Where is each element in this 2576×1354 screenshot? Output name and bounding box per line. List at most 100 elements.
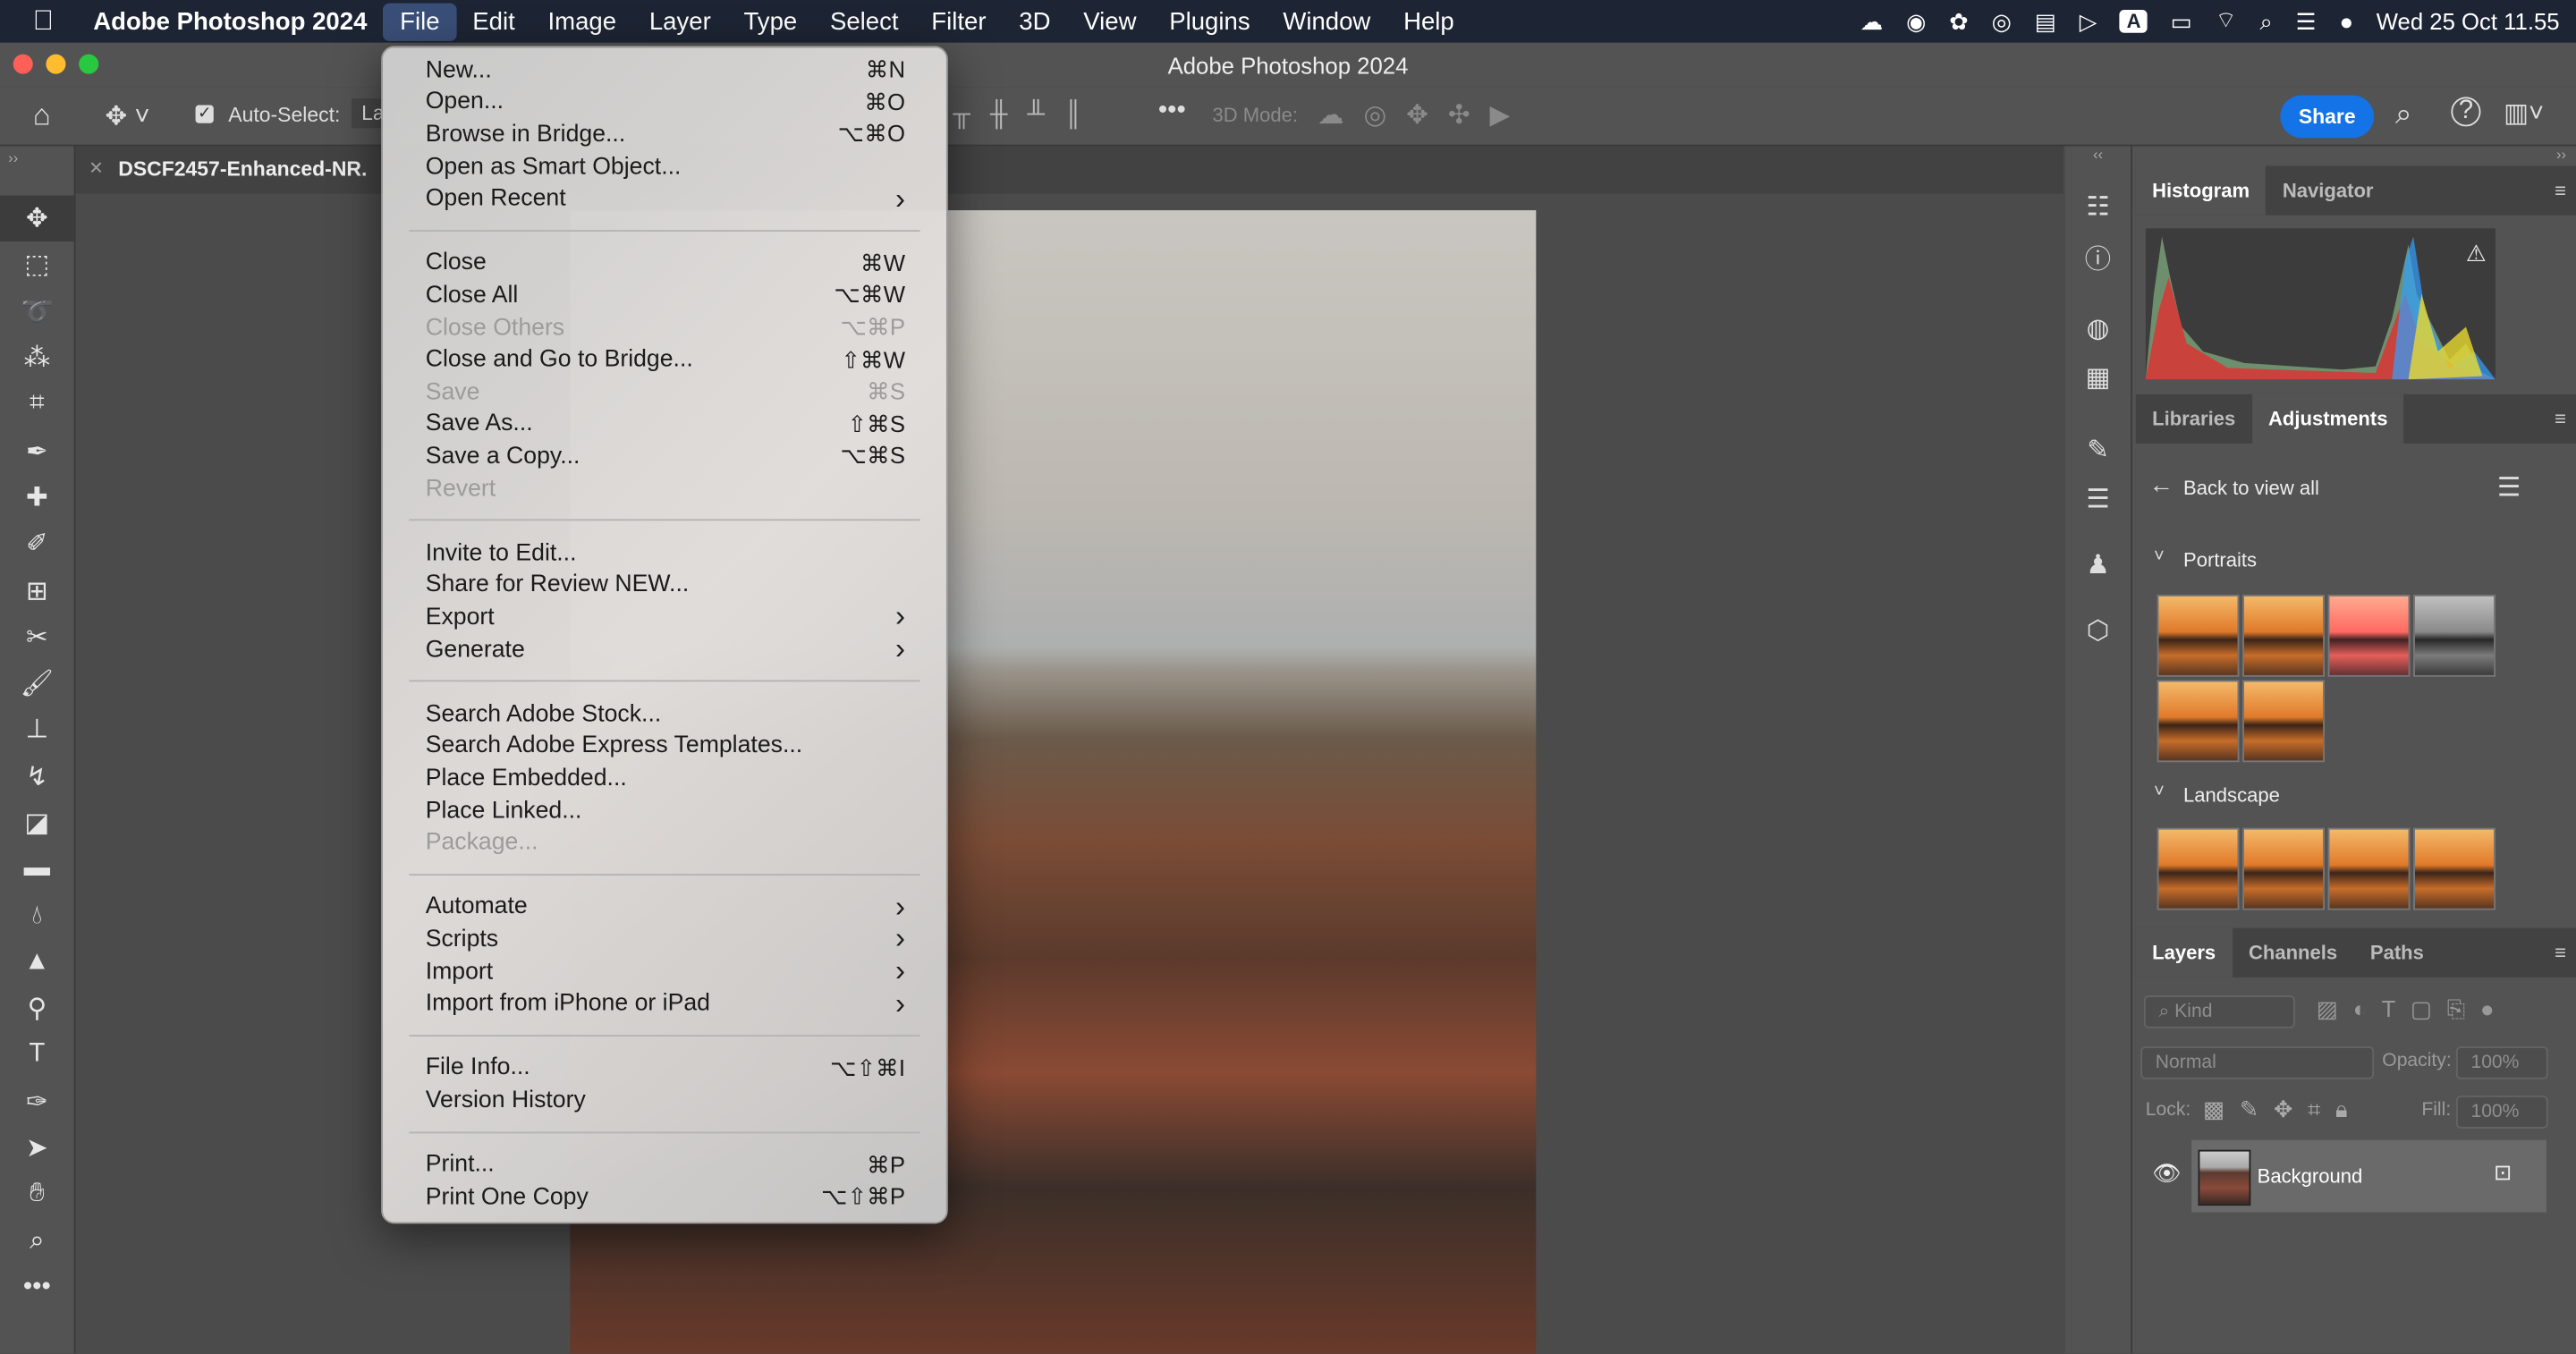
menu-item-open[interactable]: Open... ⌘O: [426, 87, 905, 119]
panel-menu-icon[interactable]: ≡: [2555, 166, 2576, 216]
close-tab-icon[interactable]: ✕: [89, 157, 104, 179]
menu-filter[interactable]: Filter: [915, 3, 1003, 40]
fill-field[interactable]: 100%: [2455, 1096, 2548, 1129]
list-view-icon[interactable]: ☰: [2497, 471, 2521, 504]
collapse-icon[interactable]: ››: [0, 146, 74, 169]
tab-navigator[interactable]: Navigator: [2266, 166, 2389, 216]
align-icons[interactable]: ╥╫╨║: [953, 100, 1101, 128]
path-select-tool-icon[interactable]: ➤: [0, 1125, 74, 1172]
brush-tool-icon[interactable]: 🖌︎: [0, 660, 74, 707]
menu-item-open-as-smart-object[interactable]: Open as Smart Object...: [426, 151, 905, 183]
crop-tool-icon[interactable]: ⌗: [0, 381, 74, 427]
creative-cloud-icon[interactable]: ◎: [1992, 7, 2012, 35]
brush-heal-tool-icon[interactable]: ✐: [0, 520, 74, 567]
input-source[interactable]: A: [2120, 10, 2148, 33]
tab-channels[interactable]: Channels: [2233, 928, 2354, 977]
tab-layers[interactable]: Layers: [2135, 927, 2233, 977]
menu-item-save-as[interactable]: Save As... ⇧⌘S: [426, 409, 905, 441]
marquee-tool-icon[interactable]: ⬚: [0, 242, 74, 289]
visibility-eye-icon[interactable]: 👁︎: [2152, 1160, 2182, 1188]
panel-menu-icon[interactable]: ≡: [2555, 394, 2576, 444]
menu-window[interactable]: Window: [1267, 3, 1387, 40]
menu-item-print[interactable]: Print... ⌘P: [426, 1149, 905, 1181]
tab-histogram[interactable]: Histogram: [2135, 165, 2267, 216]
menu-layer[interactable]: Layer: [632, 3, 727, 40]
pen-tool-icon[interactable]: ✑: [0, 1079, 74, 1125]
preset-thumbnail[interactable]: [2242, 680, 2325, 763]
menu-3d[interactable]: 3D: [1003, 3, 1067, 40]
more-options-icon[interactable]: •••: [1158, 97, 1186, 126]
magic-wand-tool-icon[interactable]: ⁂: [0, 334, 74, 381]
search-icon[interactable]: ⌕: [2260, 7, 2273, 35]
zoom-tool-icon[interactable]: ⌕: [0, 1218, 74, 1265]
home-icon[interactable]: ⌂: [33, 98, 51, 133]
chevron-down-icon[interactable]: ˅: [2154, 782, 2165, 801]
content-aware-tool-icon[interactable]: ✂: [0, 614, 74, 660]
wifi-icon[interactable]: ⌔: [2216, 6, 2237, 36]
menu-item-close[interactable]: Close ⌘W: [426, 248, 905, 280]
expand-icon[interactable]: ››: [2132, 146, 2576, 165]
menu-item-browse-in-bridge[interactable]: Browse in Bridge... ⌥⌘O: [426, 119, 905, 151]
tab-libraries[interactable]: Libraries: [2136, 394, 2252, 444]
menu-item-import-from-iphone-or-ipad[interactable]: Import from iPhone or iPad ›: [426, 986, 905, 1020]
back-arrow-icon[interactable]: ←: [2148, 471, 2174, 499]
gradient-tool-icon[interactable]: ▬: [0, 846, 74, 893]
menu-item-scripts[interactable]: Scripts ›: [426, 922, 905, 956]
type-tool-icon[interactable]: T: [0, 1032, 74, 1079]
eyedropper-tool-icon[interactable]: ✒: [0, 427, 74, 474]
preset-thumbnail[interactable]: [2327, 827, 2411, 910]
3d-tools-icons[interactable]: ☁◎✥✣▶: [1318, 98, 1530, 131]
opacity-field[interactable]: 100%: [2455, 1045, 2548, 1079]
app-menu[interactable]: Adobe Photoshop 2024: [77, 3, 384, 40]
menu-type[interactable]: Type: [727, 3, 813, 40]
brushes-icon[interactable]: ✎: [2065, 426, 2131, 475]
back-to-view-all-link[interactable]: Back to view all: [2183, 477, 2319, 500]
share-button[interactable]: Share: [2280, 95, 2375, 139]
help-icon[interactable]: ?: [2451, 97, 2481, 127]
layer-kind-filter[interactable]: ⌕ Kind: [2143, 995, 2295, 1028]
clock[interactable]: Wed 25 Oct 11.55: [2377, 8, 2560, 34]
swatches-icon[interactable]: ▦: [2065, 353, 2131, 402]
search-icon[interactable]: ⌕: [2395, 97, 2412, 131]
lock-icons[interactable]: ▩✎✥⌗🔒︎: [2203, 1096, 2362, 1123]
document-tab[interactable]: DSCF2457-Enhanced-NR.: [118, 157, 367, 181]
menu-select[interactable]: Select: [814, 3, 915, 40]
menu-item-save-a-copy[interactable]: Save a Copy... ⌥⌘S: [426, 441, 905, 473]
sharpen-tool-icon[interactable]: ▲: [0, 939, 74, 986]
auto-select-checkbox[interactable]: ✓: [195, 105, 214, 123]
adjust-icon[interactable]: ☰: [2065, 475, 2131, 524]
menu-item-print-one-copy[interactable]: Print One Copy ⌥⇧⌘P: [426, 1181, 905, 1214]
apple-icon[interactable]: : [0, 5, 77, 38]
menu-item-file-info[interactable]: File Info... ⌥⇧⌘I: [426, 1053, 905, 1085]
preset-thumbnail[interactable]: [2327, 594, 2411, 677]
preset-thumbnail[interactable]: [2242, 827, 2325, 910]
menu-item-invite-to-edit[interactable]: Invite to Edit...: [426, 537, 905, 570]
info-icon[interactable]: ⓘ: [2065, 232, 2131, 281]
collapse-icon[interactable]: ‹‹: [2065, 146, 2131, 182]
character-icon[interactable]: ♟: [2065, 540, 2131, 589]
preset-thumbnail[interactable]: [2157, 827, 2240, 910]
frame-tool-icon[interactable]: ⊞: [0, 567, 74, 614]
menu-image[interactable]: Image: [531, 3, 632, 40]
layer-row[interactable]: 👁︎ Background ⊡: [2136, 1139, 2546, 1213]
move-tool-icon[interactable]: ✥: [0, 195, 74, 242]
tab-paths[interactable]: Paths: [2354, 928, 2441, 977]
menu-item-version-history[interactable]: Version History: [426, 1085, 905, 1117]
healing-tool-icon[interactable]: ✚: [0, 474, 74, 520]
landscape-heading[interactable]: Landscape: [2183, 783, 2280, 807]
lasso-tool-icon[interactable]: ➰: [0, 289, 74, 335]
panel-menu-icon[interactable]: ≡: [2555, 928, 2576, 977]
menu-item-close-and-go-to-bridge[interactable]: Close and Go to Bridge... ⇧⌘W: [426, 344, 905, 377]
menu-item-search-adobe-stock[interactable]: Search Adobe Stock...: [426, 698, 905, 731]
preset-thumbnail[interactable]: [2157, 680, 2240, 763]
siri-icon[interactable]: ●: [2339, 8, 2353, 34]
properties-icon[interactable]: ☷: [2065, 182, 2131, 232]
preset-thumbnail[interactable]: [2413, 594, 2496, 677]
menu-edit[interactable]: Edit: [456, 3, 531, 40]
menu-item-share-for-review-new[interactable]: Share for Review NEW...: [426, 570, 905, 602]
hand-tool-icon[interactable]: ✋︎: [0, 1172, 74, 1218]
stamp-tool-icon[interactable]: ⊥: [0, 707, 74, 753]
flower-icon[interactable]: ✿: [1949, 7, 1969, 35]
move-tool-icon[interactable]: ✥ ˅: [106, 100, 150, 133]
preset-thumbnail[interactable]: [2242, 594, 2325, 677]
